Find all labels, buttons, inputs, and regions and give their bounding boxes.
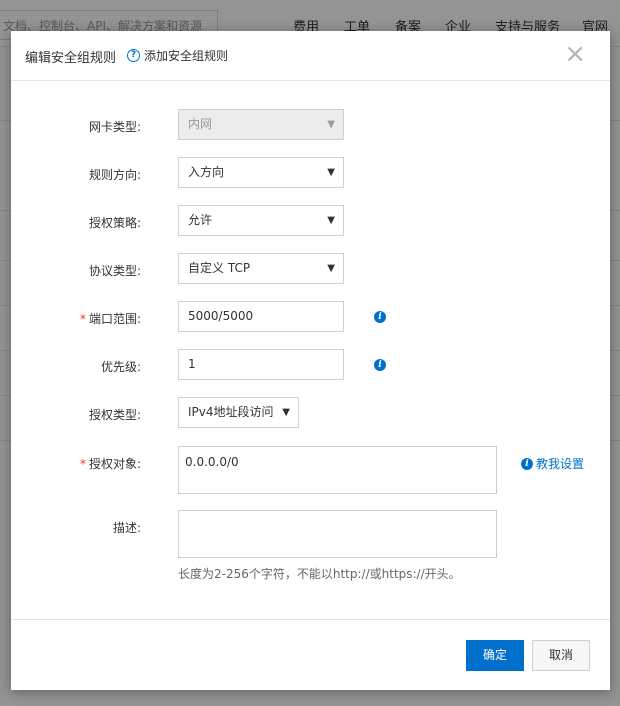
auth-object-label: * 授权对象:: [16, 455, 141, 472]
confirm-button[interactable]: 确定: [466, 640, 524, 671]
protocol-label: 协议类型:: [88, 264, 141, 278]
nic-type-label: 网卡类型:: [88, 120, 141, 134]
required-mark: *: [79, 457, 86, 471]
auth-object-label-text: 授权对象:: [88, 457, 141, 471]
direction-select[interactable]: 入方向 ▼: [178, 157, 344, 188]
priority-input[interactable]: 1: [178, 349, 344, 380]
caret-down-icon: ▼: [327, 167, 335, 178]
policy-label: 授权策略:: [88, 216, 141, 230]
auth-type-select[interactable]: IPv4地址段访问 ▼: [178, 397, 299, 428]
auth-type-label: 授权类型:: [88, 408, 141, 422]
port-range-input[interactable]: 5000/5000: [178, 301, 344, 332]
required-mark: *: [79, 312, 86, 326]
priority-value: 1: [188, 357, 196, 371]
protocol-value: 自定义 TCP: [188, 261, 251, 275]
teach-me-link[interactable]: i 教我设置: [521, 455, 584, 472]
add-rule-help-link[interactable]: ? 添加安全组规则: [127, 47, 228, 64]
port-range-label: * 端口范围:: [16, 310, 141, 327]
direction-label: 规则方向:: [88, 168, 141, 182]
teach-me-label: 教我设置: [536, 457, 585, 471]
info-circle-icon[interactable]: i: [374, 359, 386, 371]
nic-type-select: 内网 ▼: [178, 109, 344, 140]
edit-security-group-rule-dialog: 编辑安全组规则 ? 添加安全组规则 × 网卡类型: 内网 ▼ 规则方向: 入方向…: [11, 31, 610, 690]
caret-down-icon: ▼: [282, 407, 290, 418]
port-range-label-text: 端口范围:: [88, 312, 141, 326]
auth-type-value: IPv4地址段访问: [188, 405, 274, 419]
info-circle-icon: i: [521, 457, 533, 470]
info-circle-icon[interactable]: i: [374, 311, 386, 323]
close-icon[interactable]: ×: [564, 41, 586, 67]
description-hint: 长度为2-256个字符，不能以http://或https://开头。: [178, 567, 461, 581]
cancel-button[interactable]: 取消: [532, 640, 590, 671]
caret-down-icon: ▼: [327, 119, 335, 130]
question-circle-icon: ?: [127, 49, 140, 62]
priority-label: 优先级:: [100, 360, 141, 374]
port-range-value: 5000/5000: [188, 309, 254, 323]
direction-value: 入方向: [188, 165, 225, 179]
nic-type-value: 内网: [188, 117, 213, 131]
caret-down-icon: ▼: [327, 215, 335, 226]
help-link-label: 添加安全组规则: [144, 49, 229, 63]
auth-object-value: 0.0.0.0/0: [185, 455, 239, 469]
protocol-select[interactable]: 自定义 TCP ▼: [178, 253, 344, 284]
description-label: 描述:: [112, 521, 141, 535]
dialog-header: 编辑安全组规则 ? 添加安全组规则 ×: [11, 31, 610, 81]
dialog-footer-divider: [11, 619, 610, 620]
policy-select[interactable]: 允许 ▼: [178, 205, 344, 236]
dialog-title: 编辑安全组规则: [25, 51, 117, 66]
description-textarea[interactable]: [178, 510, 497, 558]
caret-down-icon: ▼: [327, 263, 335, 274]
auth-object-textarea[interactable]: 0.0.0.0/0: [178, 446, 497, 494]
policy-value: 允许: [188, 213, 213, 227]
